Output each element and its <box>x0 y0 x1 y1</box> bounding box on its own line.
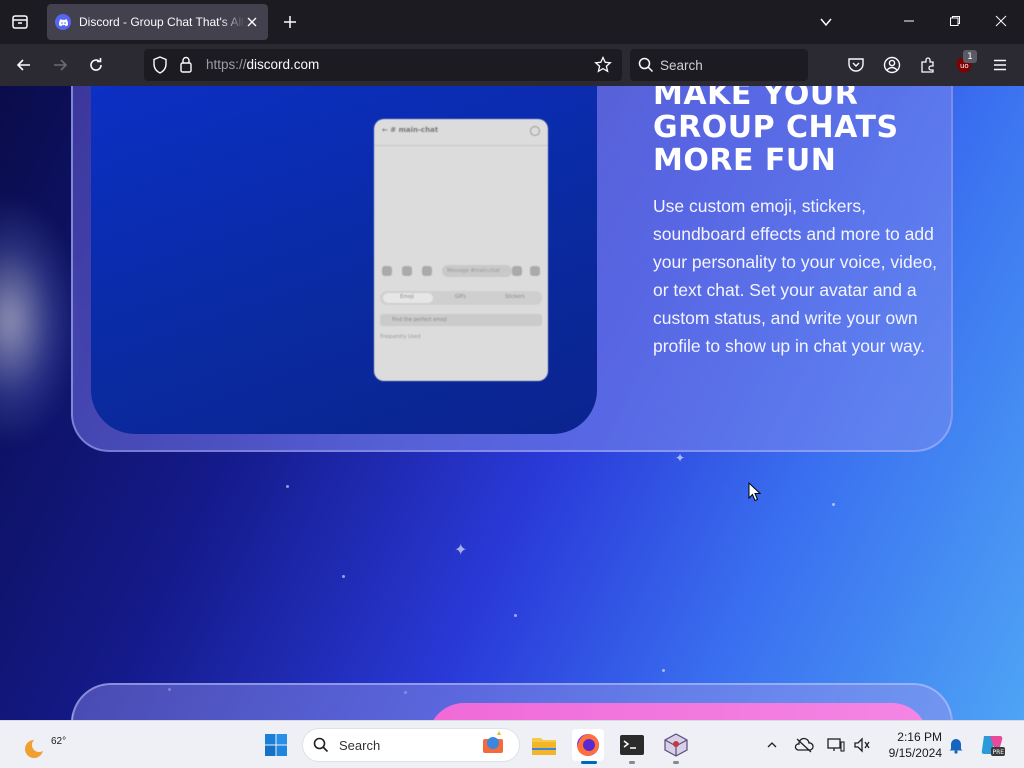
minimize-button[interactable] <box>894 6 924 36</box>
close-tab-icon[interactable] <box>244 14 260 30</box>
new-tab-button[interactable] <box>278 10 302 34</box>
account-icon[interactable] <box>880 53 904 77</box>
address-bar[interactable]: https://discord.com <box>144 49 622 81</box>
app-cube-icon[interactable] <box>660 729 692 761</box>
phone-tab-emoji: Emoji <box>400 294 414 300</box>
display-network-icon[interactable] <box>826 735 846 755</box>
phone-picker-tabs: Emoji GIFs Stickers <box>380 291 542 305</box>
apps-icon <box>402 266 412 276</box>
sparkle-star-icon: ✦ <box>675 451 686 465</box>
phone-section-label: Frequently Used <box>380 334 421 340</box>
restore-button[interactable] <box>940 6 970 36</box>
close-window-button[interactable] <box>986 6 1016 36</box>
lock-icon[interactable] <box>179 56 193 77</box>
terminal-running-indicator <box>629 761 635 764</box>
sparkle <box>286 485 289 488</box>
clock-time: 2:16 PM <box>897 730 942 744</box>
forward-arrow-icon[interactable] <box>48 53 72 77</box>
section-headline: MAKE YOUR GROUP CHATS MORE FUN <box>653 86 953 177</box>
url-text[interactable]: https://discord.com <box>206 57 319 72</box>
phone-channel-name: ← # main-chat <box>382 126 439 134</box>
firefox-taskbar-icon[interactable] <box>572 729 604 761</box>
headline-line-2: GROUP CHATS <box>653 110 899 145</box>
phone-message-input: Message #main-chat <box>442 265 512 277</box>
app-running-indicator <box>673 761 679 764</box>
taskbar-search-placeholder: Search <box>339 738 381 753</box>
sparkle-star-icon: ✦ <box>454 540 468 559</box>
windows-start-icon[interactable] <box>264 733 288 757</box>
url-host: discord.com <box>246 57 320 72</box>
discord-web-page: ← # main-chat Message #main-chat Emoji G… <box>0 86 1024 720</box>
channel-label: main-chat <box>398 126 439 134</box>
tracking-protection-shield-icon[interactable] <box>152 56 168 78</box>
search-placeholder: Search <box>660 58 703 73</box>
sparkle <box>662 669 665 672</box>
volume-muted-icon[interactable] <box>852 735 872 755</box>
windows-taskbar: 62° Search 2:16 PM 9/15/2024 PRE <box>0 720 1024 768</box>
headline-line-1: MAKE YOUR <box>653 86 859 112</box>
extensions-puzzle-icon[interactable] <box>916 53 940 77</box>
mouse-cursor-icon <box>748 482 762 502</box>
list-all-tabs-chevron-icon[interactable] <box>814 10 838 34</box>
terminal-icon[interactable] <box>616 729 648 761</box>
clock-date: 9/15/2024 <box>888 746 942 760</box>
phone-divider <box>374 145 548 146</box>
bookmark-star-icon[interactable] <box>594 55 612 78</box>
onedrive-offline-icon[interactable] <box>794 735 814 755</box>
firefox-view-icon[interactable] <box>8 10 32 34</box>
menu-hamburger-icon[interactable] <box>988 53 1012 77</box>
search-highlight-icon <box>479 731 509 763</box>
plus-icon <box>382 266 392 276</box>
microphone-icon <box>530 266 540 276</box>
system-clock[interactable]: 2:16 PM 9/15/2024 <box>880 729 942 761</box>
next-feature-panel <box>428 703 928 720</box>
section-body-text: Use custom emoji, stickers, soundboard e… <box>653 196 938 356</box>
back-arrow-icon[interactable] <box>12 53 36 77</box>
tab-title: Discord - Group Chat That's All Fun & Ga… <box>79 15 245 29</box>
decorative-glow <box>0 196 80 446</box>
phone-search-icon <box>530 126 540 136</box>
sparkle <box>342 575 345 578</box>
firefox-running-indicator <box>581 761 597 764</box>
weather-temperature: 62° <box>51 736 67 747</box>
show-hidden-icons-chevron-icon[interactable] <box>762 735 782 755</box>
phone-mockup: ← # main-chat Message #main-chat Emoji G… <box>374 119 548 381</box>
headline-line-3: MORE FUN <box>653 143 837 178</box>
search-icon <box>638 57 654 77</box>
emoji-icon <box>512 266 522 276</box>
copilot-icon[interactable]: PRE <box>978 732 1006 758</box>
weather-widget[interactable]: 62° <box>20 729 66 761</box>
search-icon <box>313 737 329 757</box>
url-scheme: https:// <box>206 57 247 72</box>
gift-icon <box>422 266 432 276</box>
svg-text:PRE: PRE <box>993 749 1005 756</box>
file-explorer-icon[interactable] <box>528 729 560 761</box>
browser-tab-discord[interactable]: Discord - Group Chat That's All Fun & Ga… <box>47 4 268 40</box>
phone-input-row: Message #main-chat <box>380 263 542 279</box>
phone-emoji-search: Find the perfect emoji <box>380 314 542 326</box>
reload-icon[interactable] <box>84 53 108 77</box>
phone-tab-gifs: GIFs <box>455 294 466 300</box>
sparkle <box>832 503 835 506</box>
phone-tab-stickers: Stickers <box>505 294 525 300</box>
search-bar[interactable]: Search <box>630 49 808 81</box>
navigation-toolbar: https://discord.com Search uo <box>0 44 1024 86</box>
extension-badge: 1 <box>963 50 977 63</box>
tab-bar: Discord - Group Chat That's All Fun & Ga… <box>0 0 1024 44</box>
svg-text:uo: uo <box>960 62 969 70</box>
notification-bell-icon[interactable] <box>946 735 966 755</box>
discord-favicon-icon <box>55 14 71 30</box>
pocket-icon[interactable] <box>844 53 868 77</box>
sparkle <box>514 614 517 617</box>
taskbar-search-box[interactable]: Search <box>302 728 520 762</box>
